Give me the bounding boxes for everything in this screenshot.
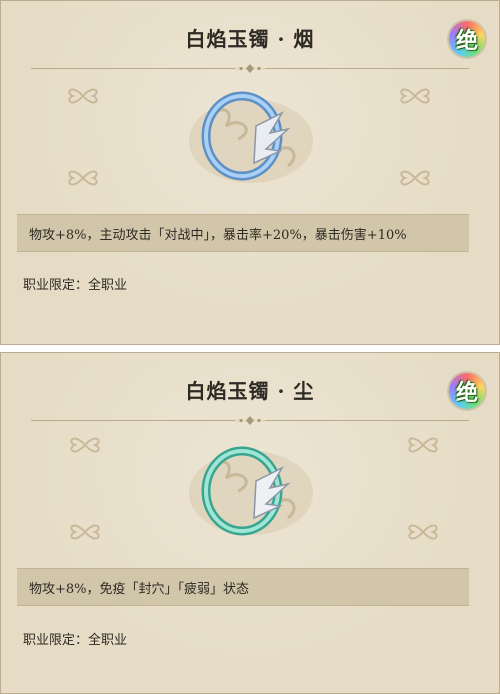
rarity-badge-icon: 绝 bbox=[449, 21, 485, 57]
item-card-1: 白焰玉镯 · 烟 绝 物攻+8%，主动攻击「对战中」，暴击率+20%，暴击伤害+… bbox=[0, 0, 500, 345]
cloud-ornament-icon bbox=[68, 170, 98, 186]
item-title: 白焰玉镯 · 烟 bbox=[185, 27, 315, 51]
job-limit: 职业限定：全职业 bbox=[23, 278, 128, 293]
cloud-ornament-icon bbox=[408, 524, 438, 540]
item-card-2: 白焰玉镯 · 尘 绝 物攻+8%，免疫「封穴」「疲弱」状态 职业限定：全职业 bbox=[0, 352, 500, 694]
cloud-ornament-icon bbox=[68, 88, 98, 104]
cloud-ornament-icon bbox=[400, 170, 430, 186]
item-description: 物攻+8%，免疫「封穴」「疲弱」状态 bbox=[17, 568, 469, 606]
divider-ornament-icon bbox=[235, 416, 265, 425]
rarity-badge-icon: 绝 bbox=[449, 373, 485, 409]
cloud-ornament-icon bbox=[70, 437, 100, 453]
jade-bracelet-icon bbox=[189, 91, 313, 183]
cloud-ornament-icon bbox=[400, 88, 430, 104]
item-description: 物攻+8%，主动攻击「对战中」，暴击率+20%，暴击伤害+10% bbox=[17, 214, 469, 252]
job-limit: 职业限定：全职业 bbox=[23, 633, 128, 648]
item-title: 白焰玉镯 · 尘 bbox=[185, 379, 315, 403]
cloud-ornament-icon bbox=[408, 437, 438, 453]
divider-ornament-icon bbox=[235, 64, 265, 73]
cloud-ornament-icon bbox=[70, 524, 100, 540]
jade-bracelet-icon bbox=[189, 446, 313, 536]
